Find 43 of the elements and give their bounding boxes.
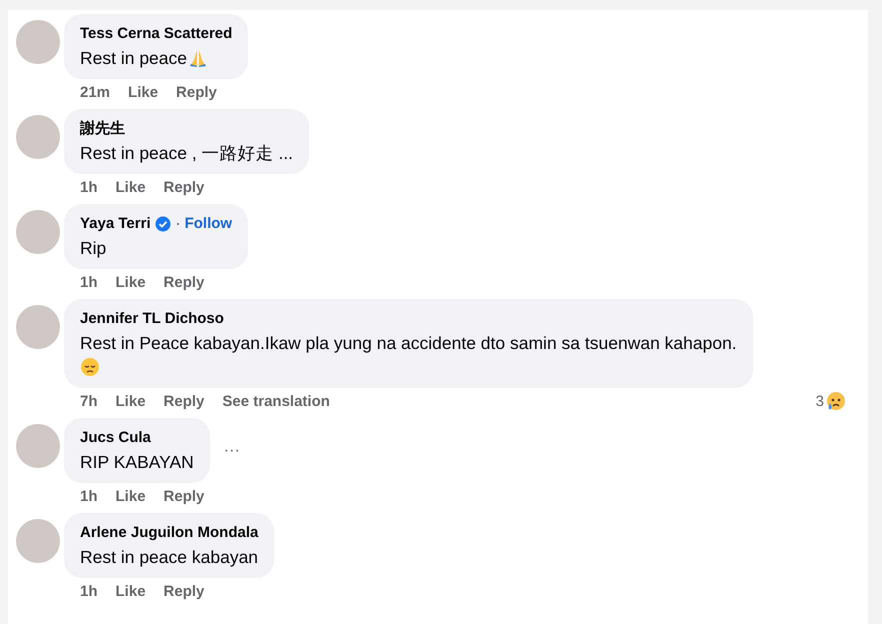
avatar-placeholder — [16, 115, 60, 159]
comment-text: Rest in peace , 一路好走 ... — [80, 142, 294, 165]
avatar-placeholder — [16, 210, 60, 254]
crying-face-icon — [824, 391, 846, 413]
avatar-placeholder — [16, 20, 60, 64]
action-link[interactable]: Reply — [164, 272, 204, 294]
action-link[interactable]: Like — [116, 581, 146, 603]
action-link[interactable]: Like — [116, 272, 146, 294]
more-options-button[interactable]: ··· — [224, 442, 240, 458]
pensive-face-icon — [80, 357, 100, 377]
comment-text: Rest in peace — [80, 47, 188, 70]
author-name[interactable]: Jennifer TL Dichoso — [80, 307, 224, 331]
action-link[interactable]: Like — [116, 177, 146, 199]
comment-time[interactable]: 1h — [80, 486, 98, 508]
comment-text: Rip — [80, 237, 108, 260]
action-link[interactable]: Reply — [164, 486, 204, 508]
action-link[interactable]: Like — [128, 82, 158, 104]
author-name[interactable]: Yaya Terri — [80, 212, 151, 236]
avatar-placeholder — [16, 519, 60, 563]
action-link[interactable]: Reply — [164, 581, 204, 603]
action-link[interactable]: Reply — [164, 391, 204, 413]
follow-link[interactable]: Follow — [184, 212, 232, 236]
comment-text: Rest in peace kabayan — [80, 546, 258, 569]
action-link[interactable]: Reply — [164, 177, 204, 199]
avatar-placeholder — [16, 305, 60, 349]
action-link[interactable]: Reply — [176, 82, 217, 104]
author-name[interactable]: Tess Cerna Scattered — [80, 22, 232, 46]
action-link[interactable]: Like — [116, 486, 146, 508]
comment-time[interactable]: 21m — [80, 82, 110, 104]
reaction-count[interactable]: 3 — [816, 391, 824, 413]
comment-time[interactable]: 1h — [80, 581, 98, 603]
comment-time[interactable]: 1h — [80, 272, 98, 294]
author-name[interactable]: Arlene Juguilon Mondala — [80, 521, 258, 545]
comment-time[interactable]: 1h — [80, 177, 98, 199]
comment-time[interactable]: 7h — [80, 391, 98, 413]
avatar-placeholder — [16, 424, 60, 468]
author-name[interactable]: Jucs Cula — [80, 426, 151, 450]
action-link[interactable]: Like — [116, 391, 146, 413]
praying-hands-icon — [188, 48, 208, 68]
action-link[interactable]: See translation — [222, 391, 330, 413]
comment-text: RIP KABAYAN — [80, 451, 194, 474]
comment-text: Rest in Peace kabayan.Ikaw pla yung na accidente dto samin sa tsuenwan kahapon. — [80, 332, 737, 355]
author-name[interactable]: 謝先生 — [80, 117, 125, 141]
